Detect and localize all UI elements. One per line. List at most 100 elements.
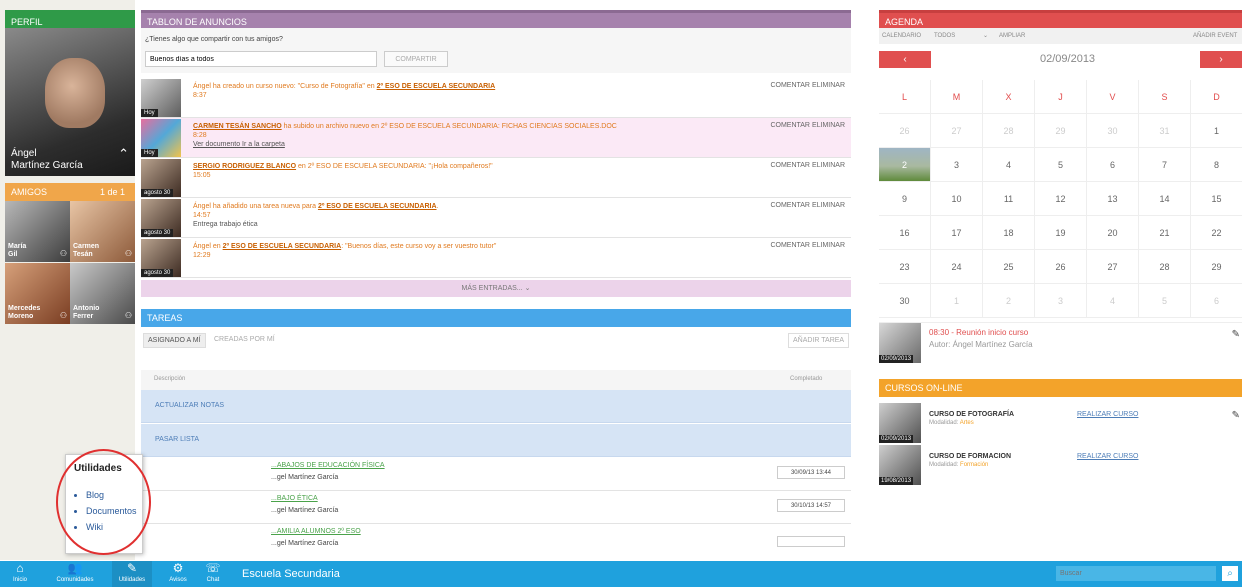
calendar-day[interactable]: 4 xyxy=(1087,284,1139,318)
friend-card[interactable]: Antonio Ferrer ⚇ xyxy=(70,263,135,324)
take-course-link[interactable]: REALIZAR CURSO xyxy=(1077,411,1138,418)
delete-button[interactable]: ELIMINAR xyxy=(812,242,845,249)
add-event-button[interactable]: AÑADIR EVENT xyxy=(1193,28,1237,44)
post-link[interactable]: CARMEN TESÁN SANCHO xyxy=(193,123,282,130)
chevron-up-icon[interactable]: ⌃ xyxy=(118,146,129,162)
task-item[interactable]: ...AMILIA ALUMNOS 2º ESO ...gel Martínez… xyxy=(141,524,851,557)
calendar-day[interactable]: 16 xyxy=(879,216,931,250)
calendar-day[interactable]: 7 xyxy=(1139,148,1191,182)
calendar-day[interactable]: 2 xyxy=(983,284,1035,318)
next-month-button[interactable]: › xyxy=(1200,51,1242,68)
calendar-day[interactable]: 26 xyxy=(1035,250,1087,284)
delete-button[interactable]: ELIMINAR xyxy=(812,162,845,169)
nav-communities[interactable]: 👥 Comunidades xyxy=(48,561,102,587)
calendar-day[interactable]: 1 xyxy=(1191,114,1242,148)
calendar-day[interactable]: 22 xyxy=(1191,216,1242,250)
calendar-day[interactable]: 29 xyxy=(1191,250,1242,284)
friend-card[interactable]: Carmen Tesán ⚇ xyxy=(70,201,135,262)
calendar-day[interactable]: 28 xyxy=(1139,250,1191,284)
calendar-day[interactable]: 6 xyxy=(1087,148,1139,182)
prev-month-button[interactable]: ‹ xyxy=(879,51,931,68)
event-item[interactable]: 02/09/2013 08:30 - Reunión inicio curso … xyxy=(879,322,1242,363)
calendar-day[interactable]: 17 xyxy=(931,216,983,250)
calendar-day[interactable]: 23 xyxy=(879,250,931,284)
tab-assigned[interactable]: ASIGNADO A MÍ xyxy=(143,333,206,348)
add-task-button[interactable]: AÑADIR TAREA xyxy=(788,333,850,348)
calendar-day[interactable]: 18 xyxy=(983,216,1035,250)
users-icon: 👥 xyxy=(67,561,83,575)
calendar-day[interactable]: 26 xyxy=(879,114,931,148)
calendar-day[interactable]: 19 xyxy=(1035,216,1087,250)
calendar-day[interactable]: 27 xyxy=(931,114,983,148)
calendar-day[interactable]: 3 xyxy=(1035,284,1087,318)
calendar-day[interactable]: 6 xyxy=(1191,284,1242,318)
calendar-day[interactable]: 24 xyxy=(931,250,983,284)
calendar-day[interactable]: 14 xyxy=(1139,182,1191,216)
calendar-day[interactable]: 29 xyxy=(1035,114,1087,148)
nav-chat[interactable]: ☏ Chat xyxy=(200,561,226,587)
calendar-day[interactable]: 8 xyxy=(1191,148,1242,182)
post-link[interactable]: 2º ESO DE ESCUELA SECUNDARIA xyxy=(223,243,342,250)
calendar-day[interactable]: 31 xyxy=(1139,114,1191,148)
comment-button[interactable]: COMENTAR xyxy=(770,122,810,129)
expand-button[interactable]: AMPLIAR xyxy=(999,28,1025,44)
take-course-link[interactable]: REALIZAR CURSO xyxy=(1077,453,1138,460)
calendar-day[interactable]: 5 xyxy=(1139,284,1191,318)
nav-alerts[interactable]: ⚙ Avisos xyxy=(163,561,193,587)
calendar-day[interactable]: 15 xyxy=(1191,182,1242,216)
filter-select[interactable]: TODOS xyxy=(934,28,955,44)
friend-card[interactable]: María Gil ⚇ xyxy=(5,201,70,262)
more-entries-button[interactable]: MÁS ENTRADAS... ⌄ xyxy=(141,280,851,297)
calendar-day[interactable]: 3 xyxy=(931,148,983,182)
comment-button[interactable]: COMENTAR xyxy=(770,162,810,169)
event-thumbnail: 02/09/2013 xyxy=(879,323,921,363)
calendar-day[interactable]: 30 xyxy=(879,284,931,318)
calendar-day[interactable]: 30 xyxy=(1087,114,1139,148)
task-item[interactable]: ...BAJO ÉTICA ...gel Martínez García 30/… xyxy=(141,491,851,524)
post-link[interactable]: SERGIO RODRIGUEZ BLANCO xyxy=(193,163,296,170)
post-link[interactable]: 2º ESO DE ESCUELA SECUNDARIA xyxy=(318,203,437,210)
nav-utilities[interactable]: ✎ Utilidades xyxy=(112,561,152,587)
calendar-day[interactable]: 5 xyxy=(1035,148,1087,182)
calendar-day[interactable]: 1 xyxy=(931,284,983,318)
calendar-day[interactable]: 28 xyxy=(983,114,1035,148)
calendar-day[interactable]: 20 xyxy=(1087,216,1139,250)
share-button[interactable]: COMPARTIR xyxy=(384,51,448,67)
add-friend-icon[interactable]: ⚇ xyxy=(125,311,132,320)
calendar-day[interactable]: 13 xyxy=(1087,182,1139,216)
delete-button[interactable]: ELIMINAR xyxy=(812,202,845,209)
delete-button[interactable]: ELIMINAR xyxy=(812,122,845,129)
calendar-day[interactable]: 10 xyxy=(931,182,983,216)
calendar-day[interactable]: 11 xyxy=(983,182,1035,216)
delete-button[interactable]: ELIMINAR xyxy=(812,82,845,89)
search-icon[interactable]: ⌕ xyxy=(1222,566,1238,581)
post-link[interactable]: 2º ESO DE ESCUELA SECUNDARIA xyxy=(377,83,496,90)
share-input[interactable] xyxy=(145,51,377,67)
calendar-day[interactable]: 25 xyxy=(983,250,1035,284)
chevron-down-icon[interactable]: ⌄ xyxy=(983,28,988,44)
calendar-tab[interactable]: CALENDARIO xyxy=(882,28,921,44)
course-item[interactable]: 02/09/2013 CURSO DE FOTOGRAFÍA Modalidad… xyxy=(879,403,1242,443)
nav-home[interactable]: ⌂ Inicio xyxy=(8,561,32,587)
tab-created[interactable]: CREADAS POR MÍ xyxy=(214,336,275,343)
view-document-link[interactable]: Ver documento Ir a la carpeta xyxy=(193,140,617,149)
calendar-day[interactable]: 27 xyxy=(1087,250,1139,284)
add-friend-icon[interactable]: ⚇ xyxy=(60,249,67,258)
calendar-day[interactable]: 9 xyxy=(879,182,931,216)
comment-button[interactable]: COMENTAR xyxy=(770,242,810,249)
comment-button[interactable]: COMENTAR xyxy=(770,82,810,89)
task-group-row[interactable]: PASAR LISTA xyxy=(141,424,851,457)
friend-card[interactable]: Mercedes Moreno ⚇ xyxy=(5,263,70,324)
calendar-day[interactable]: 12 xyxy=(1035,182,1087,216)
search-input[interactable] xyxy=(1056,566,1216,581)
profile-photo[interactable]: Ángel Martínez García ⌃ xyxy=(5,28,135,176)
calendar-day[interactable]: 2 xyxy=(879,148,931,182)
task-item[interactable]: ...ABAJOS DE EDUCACIÓN FÍSICA ...gel Mar… xyxy=(141,458,851,491)
comment-button[interactable]: COMENTAR xyxy=(770,202,810,209)
add-friend-icon[interactable]: ⚇ xyxy=(60,311,67,320)
add-friend-icon[interactable]: ⚇ xyxy=(125,249,132,258)
calendar-day[interactable]: 21 xyxy=(1139,216,1191,250)
task-group-row[interactable]: ACTUALIZAR NOTAS xyxy=(141,390,851,423)
course-item[interactable]: 19/08/2013 CURSO DE FORMACION Modalidad:… xyxy=(879,445,1242,485)
calendar-day[interactable]: 4 xyxy=(983,148,1035,182)
